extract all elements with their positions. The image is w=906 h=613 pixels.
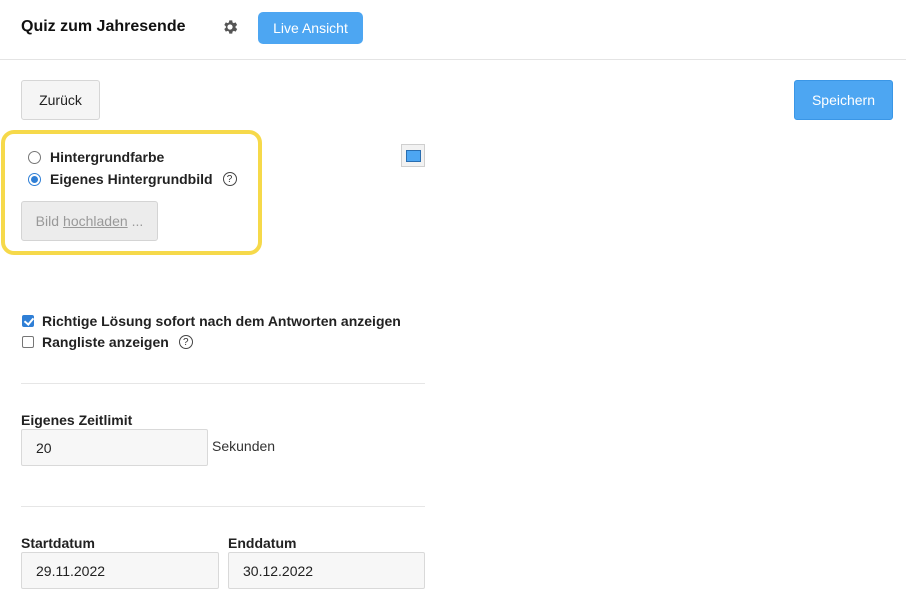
upload-prefix: Bild bbox=[35, 213, 60, 229]
end-date-input[interactable]: 30.12.2022 bbox=[228, 552, 425, 589]
back-button[interactable]: Zurück bbox=[21, 80, 100, 120]
divider bbox=[21, 506, 425, 507]
checkbox-label: Richtige Lösung sofort nach dem Antworte… bbox=[42, 313, 401, 329]
radio-button[interactable] bbox=[28, 150, 41, 164]
checkbox-leaderboard[interactable]: Rangliste anzeigen ? bbox=[22, 334, 193, 350]
checkbox-show-solution[interactable]: Richtige Lösung sofort nach dem Antworte… bbox=[22, 313, 401, 329]
color-picker[interactable] bbox=[401, 144, 425, 167]
radio-button-selected[interactable] bbox=[28, 172, 41, 186]
checkbox-label: Rangliste anzeigen bbox=[42, 334, 169, 350]
checkbox-unchecked[interactable] bbox=[22, 336, 34, 348]
time-limit-input[interactable]: 20 bbox=[21, 429, 208, 466]
time-limit-label: Eigenes Zeitlimit bbox=[21, 412, 133, 428]
upload-suffix: ... bbox=[131, 213, 144, 229]
color-swatch bbox=[405, 149, 421, 162]
save-button[interactable]: Speichern bbox=[794, 80, 893, 120]
radio-background-color[interactable]: Hintergrundfarbe bbox=[28, 149, 164, 165]
gear-icon[interactable] bbox=[221, 18, 239, 36]
checkbox-checked[interactable] bbox=[22, 315, 34, 327]
radio-label: Eigenes Hintergrundbild bbox=[50, 171, 213, 187]
upload-image-button[interactable]: Bild hochladen ... bbox=[21, 201, 158, 241]
divider bbox=[21, 383, 425, 384]
time-limit-unit: Sekunden bbox=[212, 438, 276, 454]
top-bar: Quiz zum Jahresende Live Ansicht bbox=[0, 0, 906, 60]
radio-background-image[interactable]: Eigenes Hintergrundbild ? bbox=[28, 171, 237, 187]
end-date-label: Enddatum bbox=[228, 535, 297, 551]
radio-label: Hintergrundfarbe bbox=[50, 149, 165, 165]
help-icon[interactable]: ? bbox=[222, 172, 237, 186]
upload-link[interactable]: hochladen bbox=[63, 213, 128, 229]
start-date-input[interactable]: 29.11.2022 bbox=[21, 552, 219, 589]
help-icon[interactable]: ? bbox=[178, 335, 193, 349]
live-view-button[interactable]: Live Ansicht bbox=[258, 12, 363, 44]
page-title: Quiz zum Jahresende bbox=[21, 18, 186, 35]
start-date-label: Startdatum bbox=[21, 535, 95, 551]
